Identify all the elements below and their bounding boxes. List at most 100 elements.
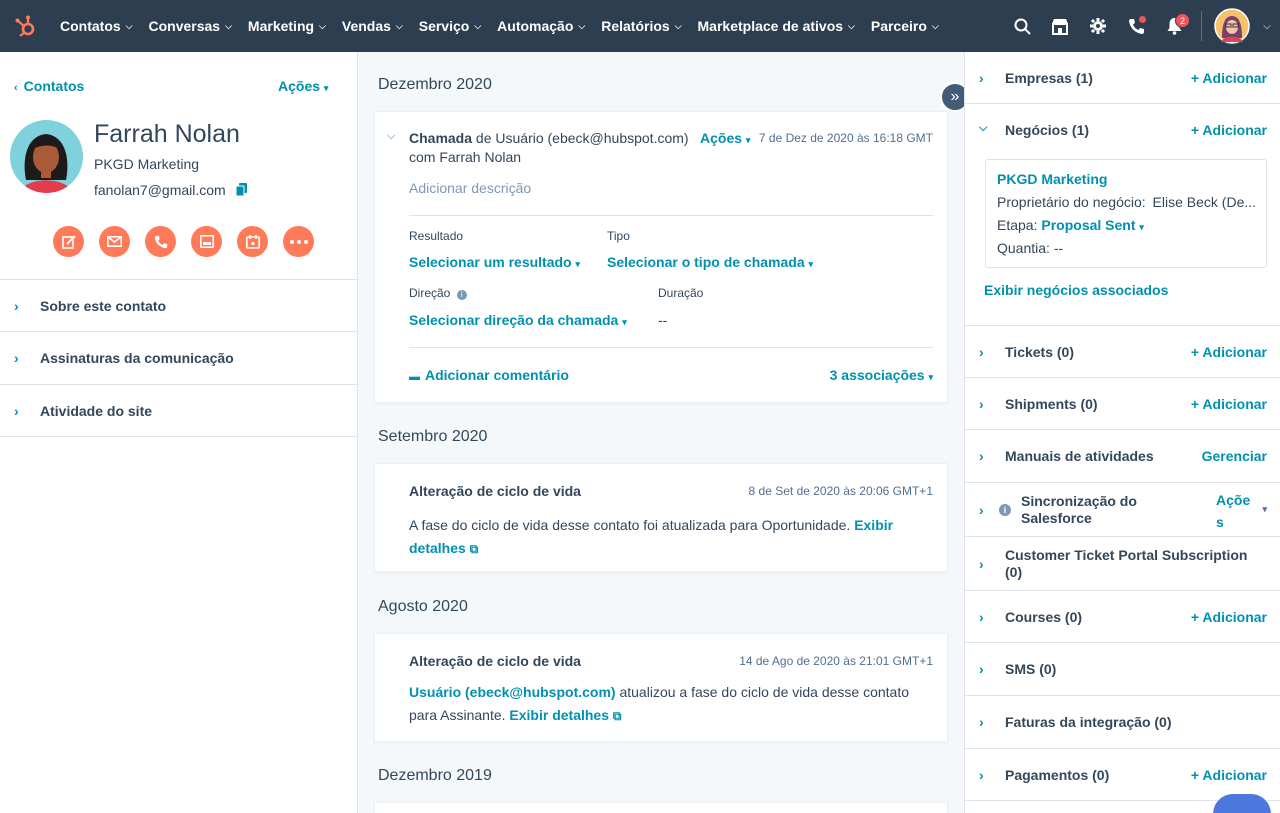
direction-dropdown[interactable]: Selecionar direção da chamada ▾ [409,312,627,328]
section-communication-subscriptions[interactable]: › Assinaturas da comunicação [0,331,358,384]
add-course-button[interactable]: + Adicionar [1191,609,1267,625]
call-activity-card: ⌵ Chamada de Usuário (ebeck@hubspot.com)… [374,111,948,403]
nav-marketplace[interactable]: Marketplace de ativos ⌵ [698,18,855,34]
gear-icon[interactable] [1079,0,1117,52]
email-icon[interactable] [99,226,130,257]
hubspot-logo-icon[interactable] [0,0,52,52]
section-ticket-portal[interactable]: › Customer Ticket Portal Subscription (0) [965,537,1280,591]
nav-divider [1201,11,1202,41]
lifecycle-change-card: Alteração de ciclo de vida 8 de Set de 2… [374,463,948,572]
chat-launcher-button[interactable] [1213,794,1271,813]
section-courses[interactable]: › Courses (0) + Adicionar [965,591,1280,643]
deal-amount-label: Quantia: [997,240,1050,256]
add-ticket-button[interactable]: + Adicionar [1191,344,1267,360]
back-to-contacts-link[interactable]: ‹ Contatos [14,78,84,94]
associations-dropdown[interactable]: 3 associações ▾ [830,367,933,383]
view-details-link[interactable]: Exibir detalhes ⧉ [509,707,621,723]
contact-company: PKGD Marketing [94,156,200,172]
section-integration-invoices[interactable]: › Faturas da integração (0) [965,696,1280,749]
nav-relatorios[interactable]: Relatórios ⌵ [601,18,681,34]
note-icon[interactable] [53,226,84,257]
nav-automacao[interactable]: Automação ⌵ [497,18,585,34]
chevron-right-icon: › [979,395,984,412]
contact-actions-dropdown[interactable]: Ações ▾ [278,78,328,94]
call-icon[interactable] [145,226,176,257]
account-menu-chevron-icon[interactable]: ⌵ [1254,0,1280,52]
nav-parceiro[interactable]: Parceiro ⌵ [871,18,939,34]
nav-servico[interactable]: Serviço ⌵ [419,18,481,34]
month-header: Dezembro 2020 [378,76,492,93]
direction-label: Direção i [409,286,467,300]
external-link-icon: ⧉ [469,542,479,556]
calling-icon[interactable] [1117,0,1155,52]
task-icon[interactable] [191,226,222,257]
notifications-bell-icon[interactable]: 2 [1155,0,1193,52]
section-shipments[interactable]: › Shipments (0) + Adicionar [965,378,1280,430]
user-link[interactable]: Usuário (ebeck@hubspot.com) [409,684,616,700]
call-author: de Usuário (ebeck@hubspot.com) [475,130,689,146]
section-companies[interactable]: › Empresas (1) + Adicionar [965,52,1280,104]
lifecycle-date: 14 de Ago de 2020 às 21:01 GMT+1 [739,654,933,668]
month-header: Setembro 2020 [378,428,488,445]
section-playbooks[interactable]: › Manuais de atividades Gerenciar [965,430,1280,483]
call-status-dot [1139,16,1146,23]
chevron-down-icon[interactable]: ⌵ [387,130,395,143]
lifecycle-text: A fase do ciclo de vida desse contato fo… [409,517,851,533]
user-avatar[interactable] [1210,0,1254,52]
deal-owner-value: Elise Beck (De... [1152,194,1257,210]
view-associated-deals-link[interactable]: Exibir negócios associados [984,282,1168,298]
month-header: Dezembro 2019 [378,767,492,784]
duration-value: -- [658,312,668,328]
add-comment-button[interactable]: ▬ Adicionar comentário [409,367,569,383]
lifecycle-title: Alteração de ciclo de vida [409,483,581,499]
copy-icon[interactable] [235,183,247,201]
section-about-contact[interactable]: › Sobre este contato [0,279,358,332]
add-company-button[interactable]: + Adicionar [1191,70,1267,86]
lifecycle-title: Alteração de ciclo de vida [409,653,581,669]
lifecycle-change-card: Alteração de ciclo de vida 14 de Ago de … [374,633,948,742]
comment-icon: ▬ [409,371,420,383]
deals-header[interactable]: Negócios (1) [1005,122,1089,138]
section-tickets[interactable]: › Tickets (0) + Adicionar [965,325,1280,378]
salesforce-actions-dropdown[interactable]: Açõe s [1216,489,1250,533]
info-icon[interactable]: i [456,290,467,300]
chevron-right-icon: › [979,448,984,464]
marketplace-icon[interactable] [1041,0,1079,52]
deal-owner-label: Proprietário do negócio: [997,194,1146,210]
timeline-card-partial [374,802,948,813]
deal-card: PKGD Marketing Proprietário do negócio: … [985,159,1267,268]
section-website-activity[interactable]: › Atividade do site [0,384,358,437]
deal-name-link[interactable]: PKGD Marketing [997,171,1107,187]
call-with: com Farrah Nolan [409,149,522,165]
nav-conversas[interactable]: Conversas ⌵ [149,18,232,34]
info-icon[interactable]: i [999,503,1011,516]
add-payment-button[interactable]: + Adicionar [1191,767,1267,783]
top-navigation: Contatos ⌵ Conversas ⌵ Marketing ⌵ Vendas ⌵ … [0,0,1280,52]
type-label: Tipo [607,229,630,243]
call-description-input[interactable]: Adicionar descrição [409,180,531,196]
section-sms[interactable]: › SMS (0) [965,643,1280,696]
nav-contatos[interactable]: Contatos ⌵ [60,18,133,34]
more-icon[interactable] [283,226,314,257]
result-dropdown[interactable]: Selecionar um resultado ▾ [409,254,580,270]
add-deal-button[interactable]: + Adicionar [1191,122,1267,138]
nav-vendas[interactable]: Vendas ⌵ [342,18,403,34]
call-date: 7 de Dez de 2020 às 16:18 GMT [758,131,933,145]
divider [409,347,933,348]
search-icon[interactable] [1003,0,1041,52]
deal-stage-dropdown[interactable]: Proposal Sent ▾ [1041,217,1144,233]
chevron-right-icon: › [979,661,984,677]
add-shipment-button[interactable]: + Adicionar [1191,396,1267,412]
call-actions-dropdown[interactable]: Ações ▾ [700,130,750,146]
chevron-right-icon: › [14,298,19,314]
section-salesforce-sync[interactable]: › i Sincronização do Salesforce Açõe s ▾ [965,483,1280,537]
call-type-dropdown[interactable]: Selecionar o tipo de chamada ▾ [607,254,813,270]
manage-playbooks-button[interactable]: Gerenciar [1202,448,1267,464]
contact-email: fanolan7@gmail.com [94,182,226,198]
nav-marketing[interactable]: Marketing ⌵ [248,18,326,34]
meeting-icon[interactable] [237,226,268,257]
activity-timeline: » Dezembro 2020 ⌵ Chamada de Usuário (eb… [358,52,970,813]
chevron-down-icon[interactable]: ⌵ [965,122,1005,135]
contact-avatar [10,120,83,193]
contact-name: Farrah Nolan [94,120,240,148]
